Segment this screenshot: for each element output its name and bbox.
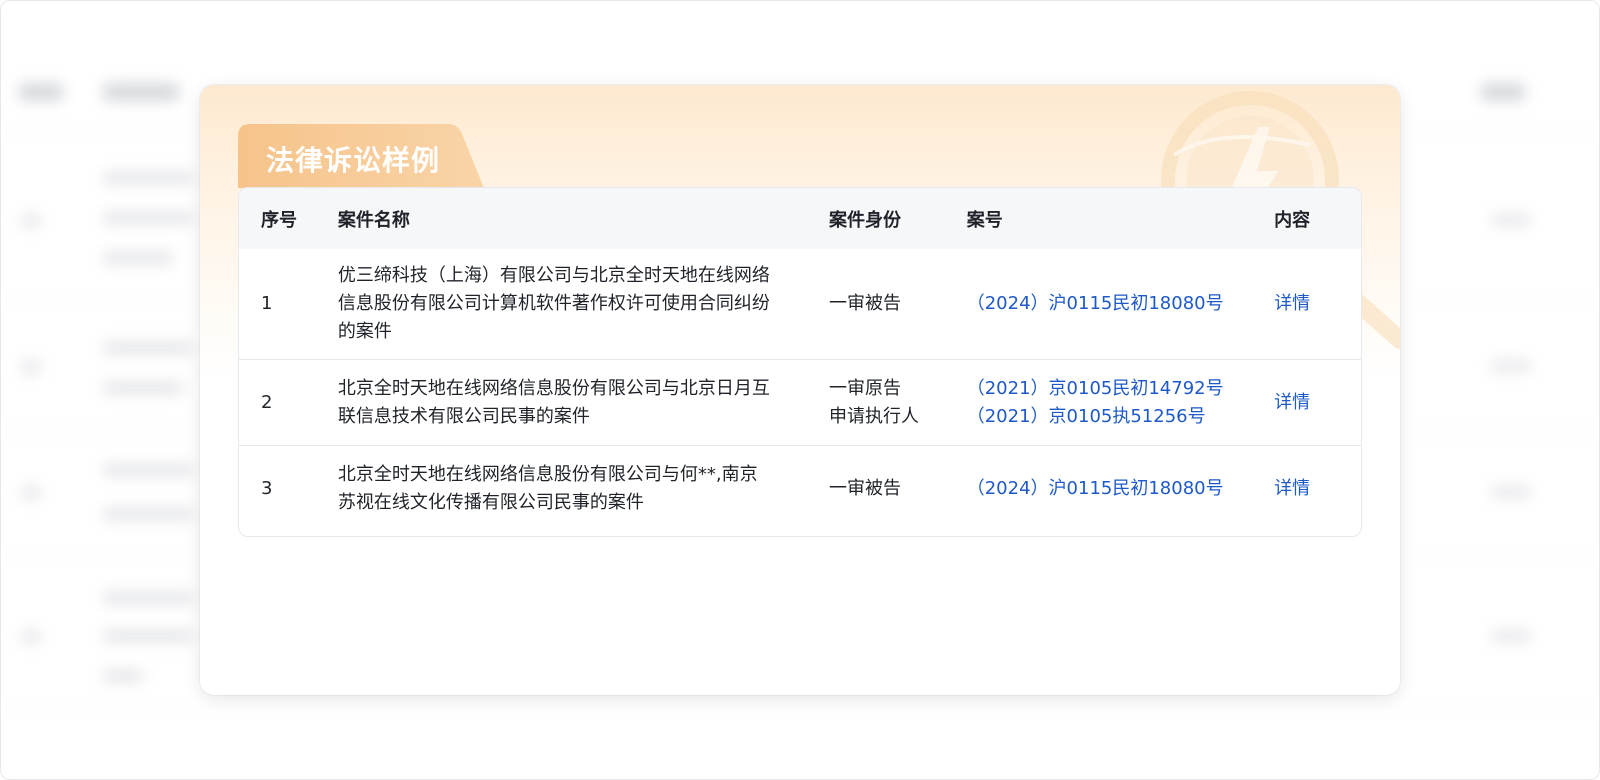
case-number-link[interactable]: （2021）京0105民初14792号 bbox=[967, 375, 1254, 403]
case-role-item: 一审被告 bbox=[828, 293, 901, 314]
row-index: 2 bbox=[261, 391, 273, 413]
case-name-line: 的案件 bbox=[337, 321, 392, 342]
table-row: 3 北京全时天地在线网络信息股份有限公司与何**,南京 苏视在线文化传播有限公司… bbox=[239, 445, 1361, 531]
header-case-name: 案件名称 bbox=[337, 209, 410, 231]
table-row: 2 北京全时天地在线网络信息股份有限公司与北京日月互 联信息技术有限公司民事的案… bbox=[239, 359, 1361, 445]
case-name-line: 优三缔科技（上海）有限公司与北京全时天地在线网络 bbox=[337, 265, 770, 286]
case-name-line: 信息股份有限公司计算机软件著作权许可使用合同纠纷 bbox=[337, 293, 770, 314]
header-index: 序号 bbox=[261, 209, 297, 231]
case-number-link[interactable]: （2021）京0105执51256号 bbox=[967, 403, 1254, 431]
case-name-line: 联信息技术有限公司民事的案件 bbox=[337, 405, 590, 427]
modal-title-tab: 法律诉讼样例 bbox=[238, 124, 488, 194]
legal-cases-modal: 法律诉讼样例 序号 案件名称 案件身份 案号 内容 1 优三缔科技（上海）有限公… bbox=[200, 85, 1400, 695]
case-role: 一审被告 bbox=[819, 475, 957, 503]
modal-title: 法律诉讼样例 bbox=[266, 144, 441, 177]
row-index: 1 bbox=[261, 293, 273, 314]
detail-link[interactable]: 详情 bbox=[1254, 475, 1361, 503]
case-name-line: 北京全时天地在线网络信息股份有限公司与何**,南京 bbox=[337, 463, 758, 485]
case-role: 一审被告 bbox=[819, 290, 957, 318]
case-number: （2024）沪0115民初18080号 bbox=[957, 475, 1254, 503]
case-number: （2021）京0105民初14792号 （2021）京0105执51256号 bbox=[957, 375, 1254, 431]
header-detail: 内容 bbox=[1274, 209, 1311, 231]
case-role-item: 一审被告 bbox=[828, 477, 901, 499]
detail-link-label[interactable]: 详情 bbox=[1274, 392, 1310, 413]
detail-link[interactable]: 详情 bbox=[1254, 290, 1361, 318]
row-index: 3 bbox=[261, 477, 273, 499]
case-role-item: 一审原告 bbox=[828, 377, 901, 399]
detail-link-label[interactable]: 详情 bbox=[1274, 478, 1310, 499]
case-number-link[interactable]: （2024）沪0115民初18080号 bbox=[967, 475, 1254, 503]
table-header: 序号 案件名称 案件身份 案号 内容 bbox=[239, 188, 1361, 249]
header-case-role: 案件身份 bbox=[828, 209, 901, 231]
case-name: 优三缔科技（上海）有限公司与北京全时天地在线网络 信息股份有限公司计算机软件著作… bbox=[318, 262, 819, 346]
case-name-line: 苏视在线文化传播有限公司民事的案件 bbox=[337, 491, 644, 513]
detail-link[interactable]: 详情 bbox=[1254, 389, 1361, 417]
case-role: 一审原告 申请执行人 bbox=[819, 375, 957, 431]
cases-table: 序号 案件名称 案件身份 案号 内容 1 优三缔科技（上海）有限公司与北京全时天… bbox=[238, 187, 1362, 537]
case-role-item: 申请执行人 bbox=[828, 405, 919, 427]
case-number: （2024）沪0115民初18080号 bbox=[957, 290, 1254, 318]
table-row: 1 优三缔科技（上海）有限公司与北京全时天地在线网络 信息股份有限公司计算机软件… bbox=[239, 249, 1361, 359]
case-name-line: 北京全时天地在线网络信息股份有限公司与北京日月互 bbox=[337, 377, 770, 399]
case-number-link[interactable]: （2024）沪0115民初18080号 bbox=[967, 290, 1254, 318]
header-case-number: 案号 bbox=[966, 209, 1003, 231]
case-name: 北京全时天地在线网络信息股份有限公司与北京日月互 联信息技术有限公司民事的案件 bbox=[318, 375, 819, 431]
case-name: 北京全时天地在线网络信息股份有限公司与何**,南京 苏视在线文化传播有限公司民事… bbox=[318, 461, 819, 517]
detail-link-label[interactable]: 详情 bbox=[1274, 293, 1310, 314]
